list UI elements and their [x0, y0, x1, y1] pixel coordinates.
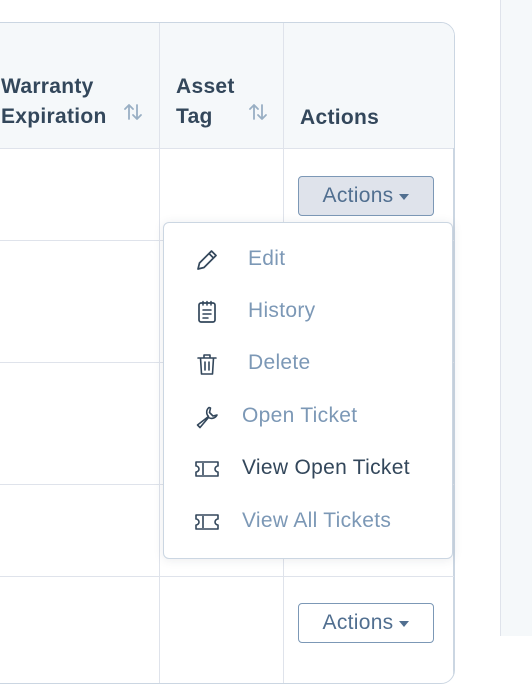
menu-item-view-open-ticket[interactable]: View Open Ticket	[164, 444, 452, 492]
trash-icon	[197, 354, 217, 375]
page-scrollbar[interactable]	[500, 0, 532, 636]
row-actions-label: Actions	[322, 184, 394, 207]
sort-icon[interactable]	[247, 101, 269, 123]
column-header-label-line2: Tag	[176, 105, 213, 128]
pencil-icon	[197, 250, 217, 270]
column-header-label: Actions	[300, 106, 380, 129]
menu-item-label: Delete	[248, 351, 311, 374]
menu-item-label: History	[248, 299, 316, 322]
ticket-icon	[195, 514, 219, 530]
column-header-actions: Actions	[300, 103, 379, 133]
menu-item-view-all-tickets[interactable]: View All Tickets	[164, 497, 452, 545]
sort-icon[interactable]	[122, 101, 144, 123]
row-actions-button[interactable]: Actions	[298, 176, 434, 216]
menu-item-edit[interactable]: Edit	[164, 235, 452, 283]
caret-down-icon	[399, 621, 410, 627]
caret-down-icon	[399, 194, 410, 200]
actions-dropdown-menu: Edit History Delete Open Ticket View Ope…	[163, 222, 453, 559]
column-header-label-line1: Asset	[176, 75, 235, 98]
ticket-icon	[195, 461, 219, 477]
menu-item-label: Open Ticket	[242, 404, 358, 427]
column-header-warranty-expiration[interactable]: Warranty Expiration	[1, 72, 107, 132]
clipboard-icon	[198, 300, 216, 323]
column-header-asset-tag[interactable]: Asset Tag	[176, 72, 235, 132]
menu-item-label: Edit	[248, 247, 286, 270]
column-header-label-line2: Expiration	[1, 105, 107, 128]
row-actions-button[interactable]: Actions	[298, 603, 434, 643]
menu-item-label: View Open Ticket	[242, 456, 410, 479]
menu-item-open-ticket[interactable]: Open Ticket	[164, 392, 452, 440]
row-actions-label: Actions	[322, 611, 394, 634]
column-divider	[453, 148, 454, 683]
wrench-icon	[196, 406, 218, 429]
column-header-label-line1: Warranty	[1, 75, 94, 98]
menu-item-history[interactable]: History	[164, 287, 452, 335]
table-header: Warranty Expiration Asset Tag Actions	[0, 23, 454, 149]
column-divider	[159, 23, 160, 683]
row-divider	[0, 576, 454, 577]
menu-item-label: View All Tickets	[242, 509, 392, 532]
menu-item-delete[interactable]: Delete	[164, 339, 452, 387]
